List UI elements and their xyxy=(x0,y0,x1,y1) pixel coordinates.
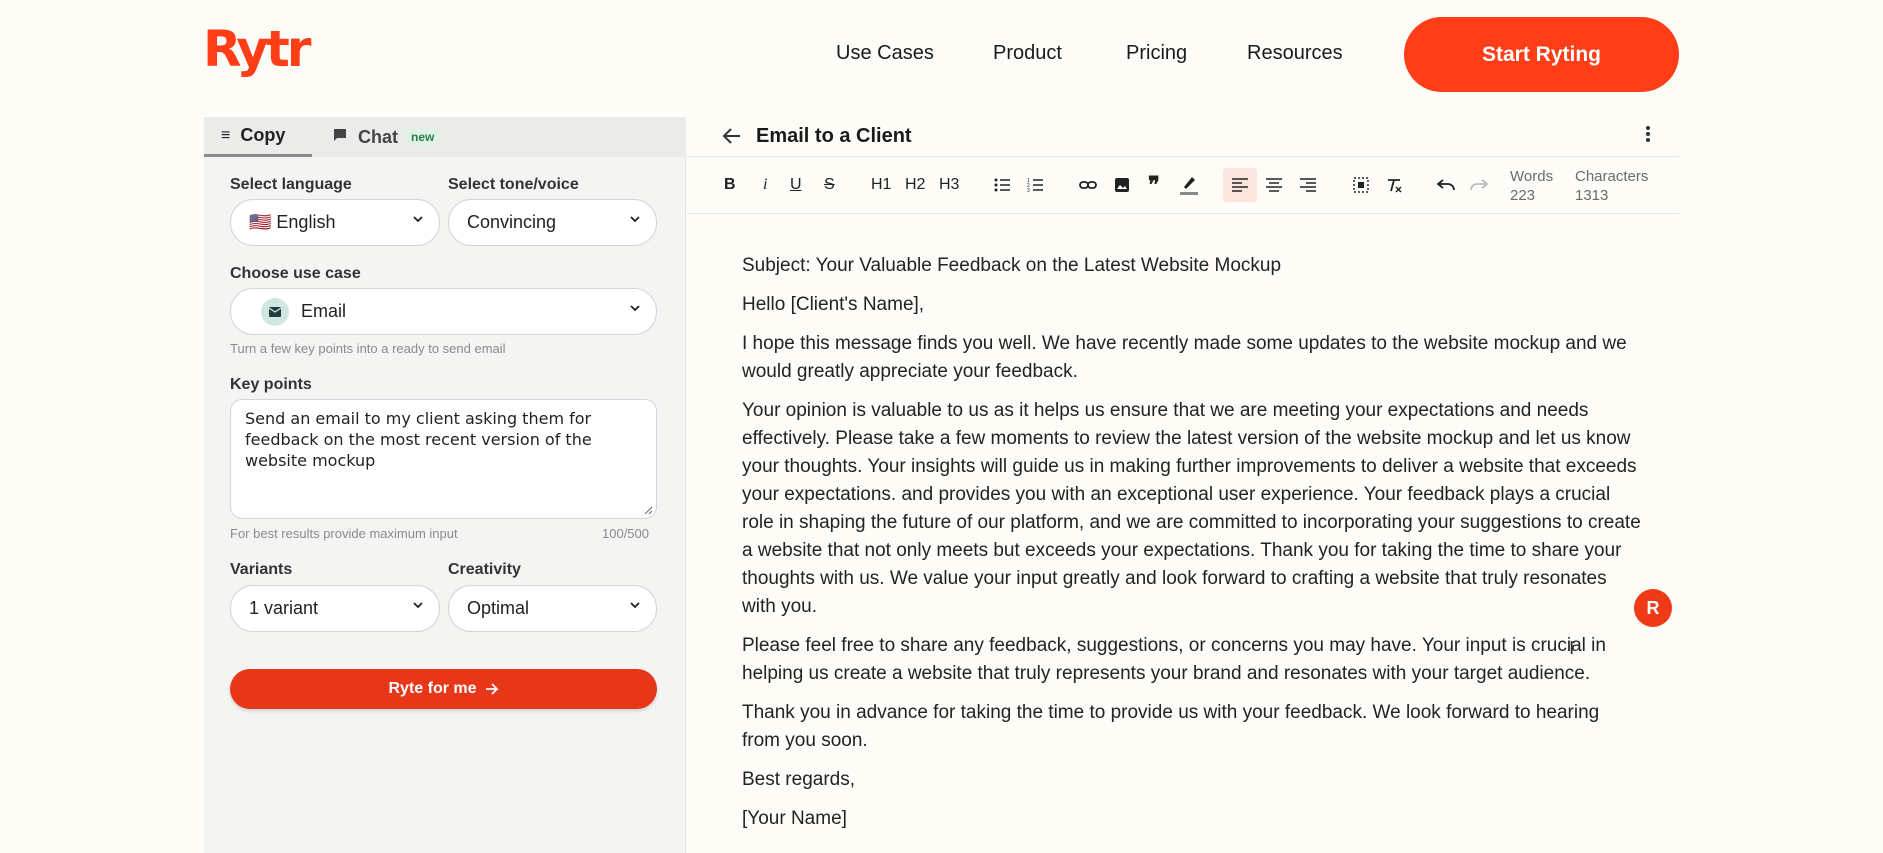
keypoints-value: Send an email to my client asking them f… xyxy=(245,409,592,470)
rytr-assistant-button[interactable]: R xyxy=(1634,589,1672,627)
highlighter-icon[interactable] xyxy=(1180,175,1198,195)
lines-icon: ≡ xyxy=(221,126,231,144)
undo-icon[interactable] xyxy=(1437,179,1455,191)
usecase-select[interactable]: Email xyxy=(230,288,657,335)
underline-button[interactable]: U xyxy=(790,176,802,194)
creativity-value: Optimal xyxy=(467,598,530,618)
generator-panel: ≡ Copy Chat new Select language 🇺🇸 Engli… xyxy=(204,117,686,853)
rytr-logo[interactable]: Rytr xyxy=(203,22,315,86)
chevron-down-icon xyxy=(413,602,423,609)
strikethrough-button[interactable]: S xyxy=(824,176,835,194)
chat-icon xyxy=(332,127,348,148)
site-header: Rytr Use Cases Product Pricing Resources… xyxy=(0,0,1883,108)
email-icon xyxy=(261,297,289,326)
start-ryting-button[interactable]: Start Ryting xyxy=(1404,17,1679,92)
numbered-list-icon[interactable]: 123 xyxy=(1027,178,1043,192)
tab-chat-label: Chat xyxy=(358,126,398,147)
characters-value: 1313 xyxy=(1575,187,1609,204)
language-select[interactable]: 🇺🇸 English xyxy=(230,199,440,246)
h1-button[interactable]: H1 xyxy=(871,176,891,194)
words-value: 223 xyxy=(1510,187,1536,204)
character-count: Characters 1313 xyxy=(1575,167,1648,205)
panel-tabs: ≡ Copy Chat new xyxy=(204,117,686,157)
language-value: 🇺🇸 English xyxy=(249,212,336,232)
paragraph: Thank you in advance for taking the time… xyxy=(742,702,1600,751)
creativity-select[interactable]: Optimal xyxy=(448,585,657,632)
redo-icon xyxy=(1470,179,1488,191)
select-all-icon[interactable] xyxy=(1353,177,1369,193)
editor-content[interactable]: Subject: Your Valuable Feedback on the L… xyxy=(742,252,1642,844)
variants-select[interactable]: 1 variant xyxy=(230,585,440,632)
h2-button[interactable]: H2 xyxy=(905,176,925,194)
arrow-right-icon xyxy=(485,683,498,695)
ryte-for-me-button[interactable]: Ryte for me xyxy=(230,669,657,709)
paragraph: Your opinion is valuable to us as it hel… xyxy=(742,400,1641,617)
new-badge: new xyxy=(406,129,440,145)
italic-button[interactable]: i xyxy=(763,176,767,194)
align-right-icon[interactable] xyxy=(1300,178,1316,192)
tone-label: Select tone/voice xyxy=(448,176,579,193)
bullet-list-icon[interactable] xyxy=(994,178,1010,192)
paragraph: Subject: Your Valuable Feedback on the L… xyxy=(742,255,1282,276)
creativity-label: Creativity xyxy=(448,561,521,578)
variants-value: 1 variant xyxy=(249,598,319,618)
tone-select[interactable]: Convincing xyxy=(448,199,657,246)
text-cursor-icon: I xyxy=(1569,638,1575,659)
link-icon[interactable] xyxy=(1079,179,1097,191)
ryte-button-label: Ryte for me xyxy=(388,680,477,697)
nav-resources[interactable]: Resources xyxy=(1247,42,1343,65)
more-vertical-icon[interactable] xyxy=(1645,123,1651,145)
clear-format-icon[interactable] xyxy=(1386,177,1402,193)
bold-button[interactable]: B xyxy=(724,176,736,194)
paragraph: Hello [Client's Name], xyxy=(742,294,925,315)
chevron-down-icon xyxy=(630,216,640,223)
quote-icon[interactable]: ❞ xyxy=(1148,172,1160,198)
chevron-down-icon xyxy=(630,305,640,312)
paragraph: Please feel free to share any feedback, … xyxy=(742,635,1606,684)
align-left-icon[interactable] xyxy=(1232,178,1248,192)
language-label: Select language xyxy=(230,176,352,193)
tab-copy-label: Copy xyxy=(240,125,286,145)
tab-copy[interactable]: ≡ Copy xyxy=(204,117,312,157)
editor-toolbar: B i U S H1 H2 H3 123 ❞ Words 223 Charact… xyxy=(687,158,1679,214)
paragraph: I hope this message finds you well. We h… xyxy=(742,333,1627,382)
rytr-logo-icon: Rytr xyxy=(203,22,315,78)
words-label: Words xyxy=(1510,168,1554,185)
align-center-icon[interactable] xyxy=(1266,178,1282,192)
tone-value: Convincing xyxy=(467,212,557,232)
usecase-label: Choose use case xyxy=(230,265,361,282)
svg-text:3: 3 xyxy=(1027,188,1030,192)
keypoints-hint: For best results provide maximum input xyxy=(230,526,458,541)
svg-text:Rytr: Rytr xyxy=(203,22,312,78)
usecase-hint: Turn a few key points into a ready to se… xyxy=(230,341,506,356)
nav-use-cases[interactable]: Use Cases xyxy=(836,42,934,65)
nav-product[interactable]: Product xyxy=(993,42,1062,65)
nav-pricing[interactable]: Pricing xyxy=(1126,42,1187,65)
word-count: Words 223 xyxy=(1510,167,1553,205)
usecase-value: Email xyxy=(301,301,347,321)
h3-button[interactable]: H3 xyxy=(939,176,959,194)
chevron-down-icon xyxy=(413,216,423,223)
variants-label: Variants xyxy=(230,561,293,578)
keypoints-counter: 100/500 xyxy=(602,526,649,541)
arrow-left-icon[interactable] xyxy=(721,125,743,147)
document-title-bar: Email to a Client xyxy=(687,117,1679,157)
resize-handle-icon[interactable] xyxy=(643,505,653,515)
chevron-down-icon xyxy=(630,602,640,609)
paragraph: Best regards, xyxy=(742,769,855,790)
image-icon[interactable] xyxy=(1114,177,1130,193)
keypoints-label: Key points xyxy=(230,376,312,393)
paragraph: [Your Name] xyxy=(742,808,847,829)
document-title: Email to a Client xyxy=(756,125,912,147)
tab-chat[interactable]: Chat new xyxy=(332,117,440,157)
keypoints-textarea[interactable]: Send an email to my client asking them f… xyxy=(230,399,657,519)
characters-label: Characters xyxy=(1575,168,1649,185)
